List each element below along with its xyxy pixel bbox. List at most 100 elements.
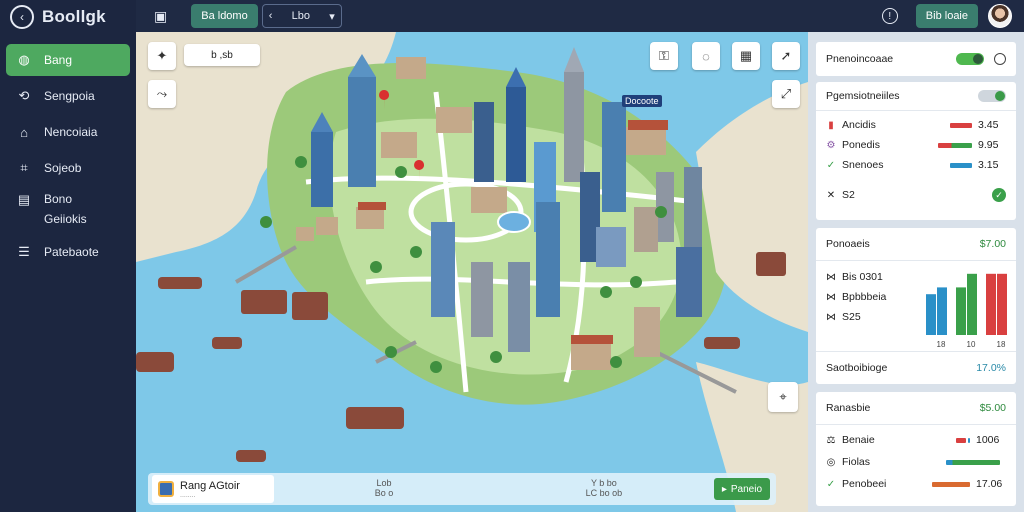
sidebar: ‹ Boollgk ◍ Bang ⟲ Sengpoia ⌂ Nencoiaia …	[0, 0, 136, 512]
bottom-info-line: LC bo ob	[585, 488, 623, 498]
tag-icon: ⌗	[20, 160, 28, 175]
resource-row[interactable]: ◎ Fiolas	[816, 451, 1016, 473]
sidebar-item-label: Bang	[44, 53, 73, 67]
settings-circle-icon[interactable]	[994, 53, 1006, 65]
route-icon: ⟲	[18, 88, 30, 103]
bottom-info-left: Lob Bo o	[274, 478, 494, 499]
game-map[interactable]: ✦ b ,sb ⤳ Docoote ⚿ ◌ ▦ ➚ ⤢ ⌖ Rang AGtoi…	[136, 32, 808, 512]
chevron-left-icon: ‹	[268, 10, 273, 22]
stat-total-row: ✕ S2 ✓	[816, 181, 1016, 209]
chart-bar	[926, 294, 936, 335]
resource-row[interactable]: ✓ Penobeei 17.06	[816, 473, 1016, 495]
stat-label: Snenoes	[842, 159, 884, 171]
bag-button[interactable]: ▦	[732, 42, 760, 70]
location-thumbnail	[158, 481, 174, 497]
stat-row[interactable]: ✓ Snenoes 3.15	[816, 155, 1016, 175]
chart-footer-value: 17.0%	[976, 362, 1006, 374]
expand-button[interactable]: ⤢	[772, 80, 800, 108]
resource-value: 17.06	[976, 478, 1003, 490]
home-icon: ⌂	[20, 124, 28, 140]
resource-label: Benaie	[842, 434, 875, 446]
location-name: Rang AGtoir	[180, 479, 240, 492]
sidebar-item-bono[interactable]: ▤ Bono Geiiokis	[6, 188, 130, 232]
selected-location-card[interactable]: Rang AGtoir ........	[152, 475, 274, 503]
bus-icon: ▤	[17, 192, 31, 207]
sidebar-item-label: Sengpoia	[44, 89, 95, 103]
chart-tick-label: 10	[967, 340, 976, 349]
route-tool-button[interactable]: ⤳	[148, 80, 176, 108]
clipboard-icon[interactable]: ▣	[154, 8, 167, 25]
info-icon: ⚖	[826, 434, 836, 446]
mode-pill[interactable]: Ba ldomo	[191, 4, 258, 28]
stat-value: 3.45	[978, 119, 999, 131]
stat-total: S2	[842, 189, 855, 201]
lock-button[interactable]: ⚿	[650, 42, 678, 70]
sidebar-item-bang[interactable]: ◍ Bang	[6, 44, 130, 76]
sidebar-item-label: Sojeob	[44, 161, 82, 175]
chart-legend-row: ⋈ S25	[816, 309, 871, 325]
main-toggle[interactable]	[956, 53, 984, 65]
toggle-label: Pnenoincoaae	[826, 53, 894, 65]
link-icon: ⋈	[826, 271, 836, 283]
sidebar-item-patebaote[interactable]: ☰ Patebaote	[6, 236, 130, 268]
district-tag: Docoote	[622, 95, 662, 107]
bottom-action-bar: Rang AGtoir ........ Lob Bo o Y b bo LC …	[148, 473, 776, 505]
box-icon: ◎	[826, 456, 836, 468]
resource-label: Penobeei	[842, 478, 887, 490]
chart-bar	[986, 273, 996, 335]
navigate-button[interactable]: ➚	[772, 42, 800, 70]
chart-bar	[967, 273, 977, 335]
play-icon: ▸	[721, 483, 727, 495]
resource-bar	[946, 459, 1000, 465]
resource-row[interactable]: ⚖ Benaie 1006	[816, 429, 1016, 451]
chart-footer: Saotboibioge 17.0%	[816, 352, 1016, 384]
layers-icon: ☰	[18, 244, 30, 259]
top-action-button[interactable]: Bib loaie	[915, 4, 978, 28]
link-icon: ⋈	[826, 311, 836, 323]
compass-button[interactable]: ✦	[148, 42, 176, 70]
resource-label: Fiolas	[842, 456, 871, 468]
chart-card-title: Ponoaeis	[826, 238, 870, 250]
view-select[interactable]: ‹ Lbo ▾	[261, 4, 342, 28]
stats-toggle[interactable]	[978, 90, 1006, 102]
map-canvas[interactable]	[136, 32, 808, 512]
panel-card-resources: Ranasbie $5.00 ⚖ Benaie 1006 ◎ Fiolas ✓ …	[816, 392, 1016, 506]
location-subtext: ........	[180, 491, 196, 499]
chart-legend-label: Bpbbbeia	[842, 291, 887, 303]
stat-bar	[950, 162, 972, 168]
sidebar-item-nencoiaia[interactable]: ⌂ Nencoiaia	[6, 116, 130, 148]
app-title: Boollgk	[42, 7, 106, 26]
bottom-info-line: Bo o	[374, 488, 394, 498]
panel-card-stats: Pgemsiotneiiles ▮ Ancidis 3.45 ⚙ Ponedis…	[816, 82, 1016, 220]
check-icon: ✓	[826, 159, 836, 171]
resource-bar	[932, 481, 970, 487]
chart-footer-label: Saotboibioge	[826, 362, 888, 374]
resources-title: Ranasbie	[826, 402, 871, 414]
sidebar-item-sojeob[interactable]: ⌗ Sojeob	[6, 152, 130, 184]
link-icon: ⋈	[826, 291, 836, 303]
chart-tick-label: 18	[937, 340, 946, 349]
bottom-info-right: Y b bo LC bo ob	[494, 478, 714, 499]
avatar[interactable]	[988, 4, 1012, 28]
chart-bar	[997, 273, 1007, 335]
recenter-button[interactable]: ⌖	[768, 382, 798, 412]
mini-bar-chart: 18 10 18	[926, 273, 1007, 349]
stat-value: 3.15	[978, 159, 999, 171]
chart-icon: ▮	[828, 119, 834, 131]
sidebar-item-sengpoia[interactable]: ⟲ Sengpoia	[6, 80, 130, 112]
panel-card-chart: Ponoaeis $7.00 ⋈ Bis 0301 ⋈ Bpbbbeia ⋈ S…	[816, 228, 1016, 384]
chart-legend-label: S25	[842, 311, 861, 323]
stat-row[interactable]: ⚙ Ponedis 9.95	[816, 135, 1016, 155]
stats-title: Pgemsiotneiiles	[826, 90, 900, 102]
tools-icon: ✕	[826, 189, 836, 201]
back-icon[interactable]: ‹	[10, 5, 34, 29]
pin-button[interactable]: ◌	[692, 42, 720, 70]
bottom-go-button[interactable]: ▸ Paneio	[713, 478, 771, 500]
alert-icon[interactable]: !	[881, 8, 898, 24]
map-search-input[interactable]: b ,sb	[184, 44, 260, 66]
resource-value: 1006	[976, 434, 1000, 446]
stat-row[interactable]: ▮ Ancidis 3.45	[816, 115, 1016, 135]
check-circle-icon[interactable]: ✓	[992, 188, 1006, 202]
resources-value: $5.00	[979, 402, 1006, 414]
brand[interactable]: ‹ Boollgk	[0, 0, 136, 34]
